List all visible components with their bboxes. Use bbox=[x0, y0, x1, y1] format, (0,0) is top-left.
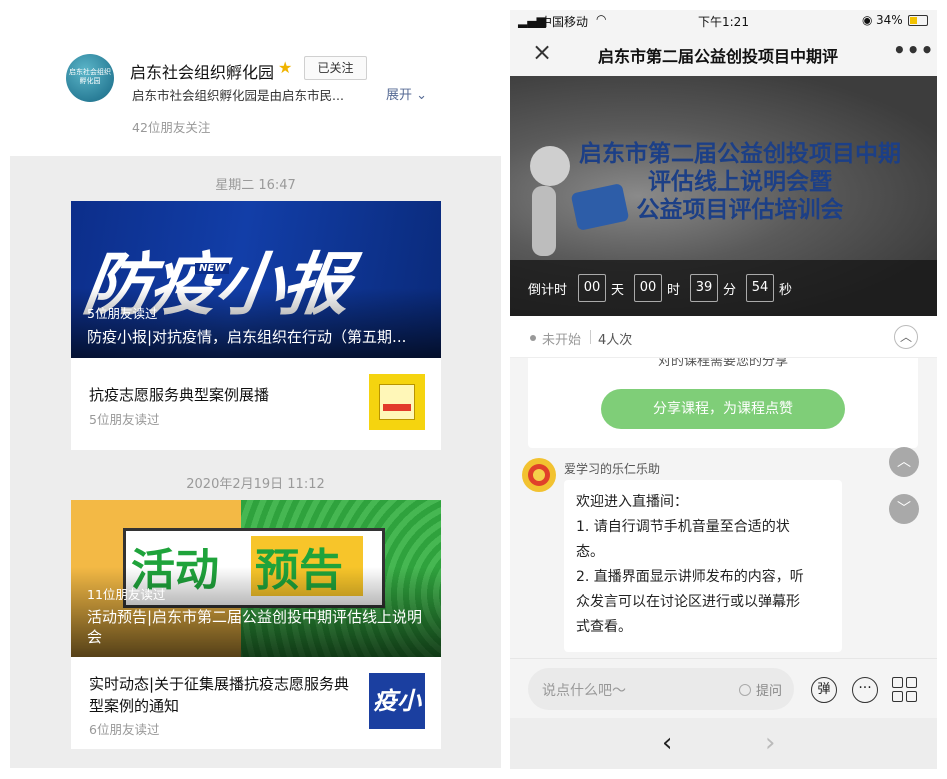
live-room-phone: ▂▄▆ 中国移动 ◠ 下午1:21 ◉ 34% × 启东市第二届公益创投项目中期… bbox=[510, 10, 937, 769]
sub-readers: 5位朋友读过 bbox=[89, 412, 160, 427]
lock-rotation-icon: ◉ bbox=[862, 13, 873, 27]
battery-percent: 34% bbox=[876, 13, 903, 27]
new-tag: NEW bbox=[195, 263, 230, 274]
chevron-down-icon: ⌄ bbox=[416, 88, 428, 103]
share-course-button[interactable]: 分享课程，为课程点赞 bbox=[601, 389, 845, 429]
seconds-unit: 秒 bbox=[779, 283, 793, 298]
status-bar: ▂▄▆ 中国移动 ◠ 下午1:21 ◉ 34% bbox=[510, 10, 937, 32]
status-dot-icon bbox=[530, 335, 536, 341]
apps-grid-icon[interactable] bbox=[892, 677, 918, 703]
scroll-up-icon[interactable]: ︿ bbox=[889, 447, 919, 477]
sub-thumbnail[interactable] bbox=[369, 374, 425, 430]
account-description: 启东市社会组织孵化园是由启东市民... bbox=[132, 88, 344, 103]
friends-following-count: 42位朋友关注 bbox=[132, 120, 211, 135]
live-status: 未开始 bbox=[542, 333, 582, 348]
days-unit: 天 bbox=[611, 283, 625, 298]
carrier-label: 中国移动 bbox=[540, 15, 589, 29]
divider bbox=[590, 330, 591, 344]
grid-cell bbox=[892, 691, 903, 702]
wifi-icon: ◠ bbox=[596, 12, 607, 26]
expand-label[interactable]: 展开 bbox=[386, 88, 412, 103]
grid-cell bbox=[906, 691, 917, 702]
input-bar: 说点什么吧～ 提问 弹 ··· bbox=[510, 658, 937, 718]
hero-shade bbox=[71, 288, 441, 358]
message-sender: 爱学习的乐仁乐助 bbox=[564, 462, 661, 476]
countdown-hours: 00 bbox=[634, 274, 662, 302]
battery-icon bbox=[908, 15, 928, 26]
official-account-panel: 启东社会组织孵化园 启东社会组织孵化园 ★ 已关注 启东市社会组织孵化园是由启东… bbox=[0, 0, 510, 779]
share-card-text: 对的课程需要您的分享 bbox=[657, 358, 788, 369]
article-sub-item[interactable]: 实时动态|关于征集展播抗疫志愿服务典型案例的通知 6位朋友读过 疫小 bbox=[71, 657, 441, 749]
danmu-button[interactable]: 弹 bbox=[811, 677, 837, 703]
message-line: 1. 请自行调节手机音量至合适的状 bbox=[576, 519, 790, 535]
message-line: 2. 直播界面显示讲师发布的内容，听 bbox=[576, 569, 804, 585]
article-hero[interactable]: 活动 预告 11位朋友读过 活动预告|启东市第二届公益创投中期评估线上说明会 bbox=[71, 500, 441, 657]
follow-button[interactable]: 已关注 bbox=[304, 56, 367, 80]
article-card: 活动 预告 11位朋友读过 活动预告|启东市第二届公益创投中期评估线上说明会 实… bbox=[71, 500, 441, 749]
sub-title[interactable]: 抗疫志愿服务典型案例展播 bbox=[89, 384, 359, 406]
share-card: 对的课程需要您的分享 分享课程，为课程点赞 bbox=[528, 358, 918, 448]
thumbnail-bar bbox=[383, 404, 411, 411]
video-title-line: 启东市第二届公益创投项目中期 bbox=[579, 141, 901, 167]
message-line: 欢迎进入直播间： bbox=[576, 494, 688, 510]
countdown-bar: 倒计时 00 天 00 时 39 分 54 秒 bbox=[510, 260, 937, 316]
thumbnail-inner bbox=[379, 384, 415, 420]
message-line: 式查看。 bbox=[576, 619, 632, 635]
forward-arrow-icon[interactable]: › bbox=[765, 728, 775, 758]
article-card: 防疫小报 NEW 5位朋友读过 防疫小报|对抗疫情，启东组织在行动（第五期...… bbox=[71, 201, 441, 450]
clock: 下午1:21 bbox=[698, 15, 749, 29]
feed-timestamp: 星期二 16:47 bbox=[215, 178, 296, 193]
grid-cell bbox=[892, 677, 903, 688]
hero-readers: 5位朋友读过 bbox=[87, 306, 158, 321]
message-bubble: 欢迎进入直播间： 1. 请自行调节手机音量至合适的状 态。 2. 直播界面显示讲… bbox=[564, 480, 842, 652]
countdown-days: 00 bbox=[578, 274, 606, 302]
avatar[interactable] bbox=[522, 458, 556, 492]
hours-unit: 时 bbox=[667, 283, 681, 298]
viewer-count: 4人次 bbox=[598, 333, 633, 348]
star-icon: ★ bbox=[278, 58, 293, 77]
article-sub-item[interactable]: 抗疫志愿服务典型案例展播 5位朋友读过 bbox=[71, 358, 441, 450]
video-title-line: 公益项目评估培训会 bbox=[636, 197, 844, 223]
grid-cell bbox=[906, 677, 917, 688]
sub-readers: 6位朋友读过 bbox=[89, 722, 160, 737]
close-icon[interactable]: × bbox=[532, 38, 552, 66]
message-line: 众发言可以在讨论区进行或以弹幕形 bbox=[576, 594, 800, 610]
avatar-core bbox=[533, 469, 545, 481]
ask-question-toggle[interactable]: 提问 bbox=[756, 680, 782, 699]
nav-bar: × 启东市第二届公益创投项目中期评 ••• bbox=[510, 32, 937, 76]
message-line: 态。 bbox=[576, 544, 604, 560]
more-icon[interactable]: ••• bbox=[893, 38, 934, 62]
chat-area[interactable]: 对的课程需要您的分享 分享课程，为课程点赞 爱学习的乐仁乐助 欢迎进入直播间： … bbox=[510, 358, 937, 658]
video-title-line: 评估线上说明会暨 bbox=[648, 169, 832, 195]
comment-placeholder[interactable]: 说点什么吧～ bbox=[542, 680, 626, 700]
hero-title[interactable]: 防疫小报|对抗疫情，启东组织在行动（第五期... bbox=[87, 326, 427, 347]
expand-link[interactable]: 展开 ⌄ bbox=[386, 84, 427, 103]
hero-title[interactable]: 活动预告|启东市第二届公益创投中期评估线上说明会 bbox=[87, 607, 427, 647]
account-avatar[interactable]: 启东社会组织孵化园 bbox=[66, 54, 114, 102]
video-title: 启东市第二届公益创投项目中期 评估线上说明会暨 公益项目评估培训会 bbox=[550, 140, 930, 224]
browser-bottom-bar: ‹ › bbox=[510, 718, 937, 769]
hero-readers: 11位朋友读过 bbox=[87, 587, 166, 602]
sub-title[interactable]: 实时动态|关于征集展播抗疫志愿服务典型案例的通知 bbox=[89, 673, 359, 717]
back-arrow-icon[interactable]: ‹ bbox=[662, 728, 672, 758]
collapse-icon[interactable]: ︿ bbox=[894, 325, 918, 349]
page-title: 启东市第二届公益创投项目中期评 bbox=[598, 47, 839, 66]
article-hero[interactable]: 防疫小报 NEW 5位朋友读过 防疫小报|对抗疫情，启东组织在行动（第五期... bbox=[71, 201, 441, 358]
comment-icon[interactable]: ··· bbox=[852, 677, 878, 703]
live-info-bar: 未开始 4人次 ︿ bbox=[510, 316, 937, 358]
feed-timestamp: 2020年2月19日 11:12 bbox=[186, 477, 325, 492]
countdown-label: 倒计时 bbox=[528, 283, 568, 298]
live-video-area[interactable]: 启东市第二届公益创投项目中期 评估线上说明会暨 公益项目评估培训会 倒计时 00… bbox=[510, 76, 937, 316]
scroll-down-icon[interactable]: ﹀ bbox=[889, 494, 919, 524]
countdown-seconds: 54 bbox=[746, 274, 774, 302]
sub-thumbnail[interactable]: 疫小 bbox=[369, 673, 425, 729]
account-name[interactable]: 启东社会组织孵化园 bbox=[130, 59, 274, 83]
ask-radio-icon[interactable] bbox=[739, 684, 751, 696]
minutes-unit: 分 bbox=[723, 283, 737, 298]
countdown-minutes: 39 bbox=[690, 274, 718, 302]
